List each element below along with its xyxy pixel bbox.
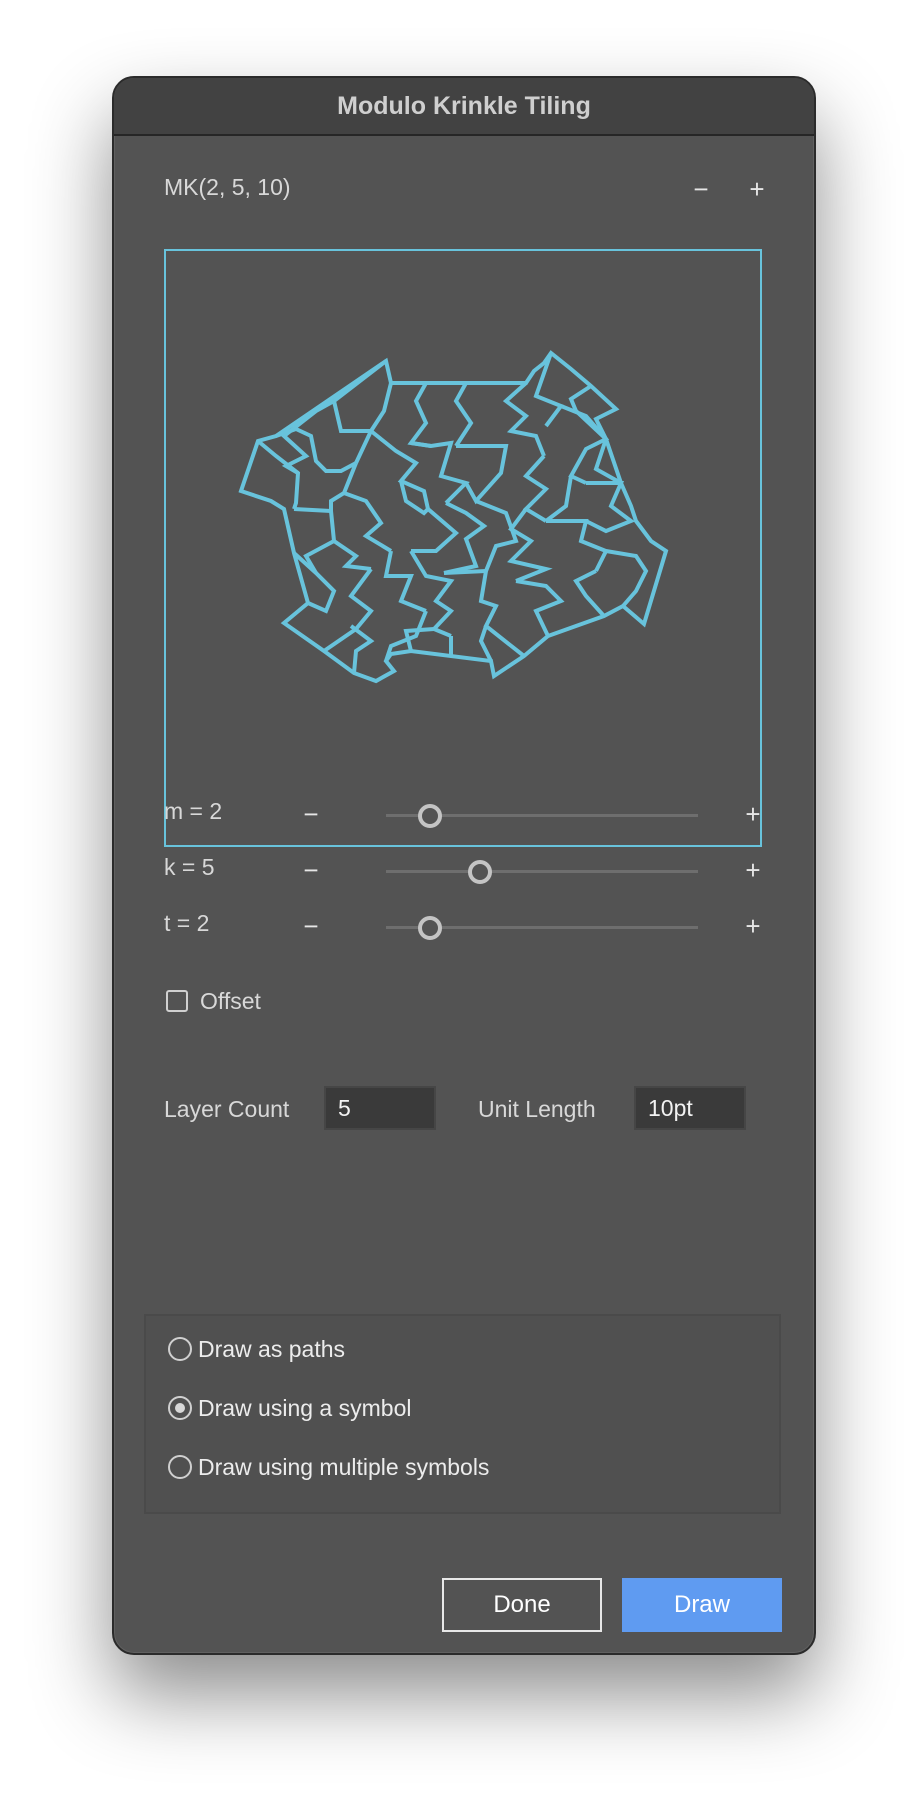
param-t-increment-button[interactable]: +	[736, 909, 770, 943]
tiling-preview	[164, 249, 762, 847]
window-title-text: Modulo Krinkle Tiling	[337, 91, 591, 120]
param-k-increment-button[interactable]: +	[736, 853, 770, 887]
draw-mode-group: Draw as paths Draw using a symbol Draw u…	[144, 1314, 781, 1514]
param-m-increment-button[interactable]: +	[736, 797, 770, 831]
tiling-preview-graphic	[238, 350, 669, 684]
tiling-decrement-button[interactable]: −	[684, 172, 718, 206]
layer-count-field[interactable]: 5	[324, 1086, 436, 1130]
unit-length-label: Unit Length	[478, 1096, 596, 1122]
radio-label-draw-using-symbol: Draw using a symbol	[198, 1395, 412, 1421]
dialog-window: Modulo Krinkle Tiling MK(2, 5, 10) − + m…	[112, 76, 816, 1655]
unit-length-field[interactable]: 10pt	[634, 1086, 746, 1130]
radio-draw-using-multiple-symbols[interactable]	[168, 1455, 192, 1479]
param-m-slider-thumb[interactable]	[418, 804, 442, 828]
tiling-label: MK(2, 5, 10)	[164, 174, 291, 200]
param-label-t: t = 2	[164, 910, 210, 936]
param-m-decrement-button[interactable]: −	[294, 797, 328, 831]
tiling-outline	[238, 350, 669, 684]
param-k-slider-track[interactable]	[386, 870, 698, 873]
param-label-m: m = 2	[164, 798, 223, 824]
param-t-slider-thumb[interactable]	[418, 916, 442, 940]
draw-button[interactable]: Draw	[622, 1578, 782, 1632]
param-k-slider-thumb[interactable]	[468, 860, 493, 884]
radio-draw-as-paths[interactable]	[168, 1337, 192, 1361]
param-label-k: k = 5	[164, 854, 215, 880]
param-t-decrement-button[interactable]: −	[294, 909, 328, 943]
window-title: Modulo Krinkle Tiling	[114, 78, 814, 136]
radio-label-draw-using-multiple-symbols: Draw using multiple symbols	[198, 1454, 490, 1480]
offset-label: Offset	[200, 988, 261, 1014]
radio-label-draw-as-paths: Draw as paths	[198, 1336, 346, 1362]
param-k-decrement-button[interactable]: −	[294, 853, 328, 887]
done-button[interactable]: Done	[442, 1578, 602, 1632]
radio-draw-using-symbol[interactable]	[168, 1396, 192, 1420]
tiling-increment-button[interactable]: +	[740, 172, 774, 206]
offset-checkbox[interactable]	[166, 990, 188, 1012]
layer-count-label: Layer Count	[164, 1096, 290, 1122]
